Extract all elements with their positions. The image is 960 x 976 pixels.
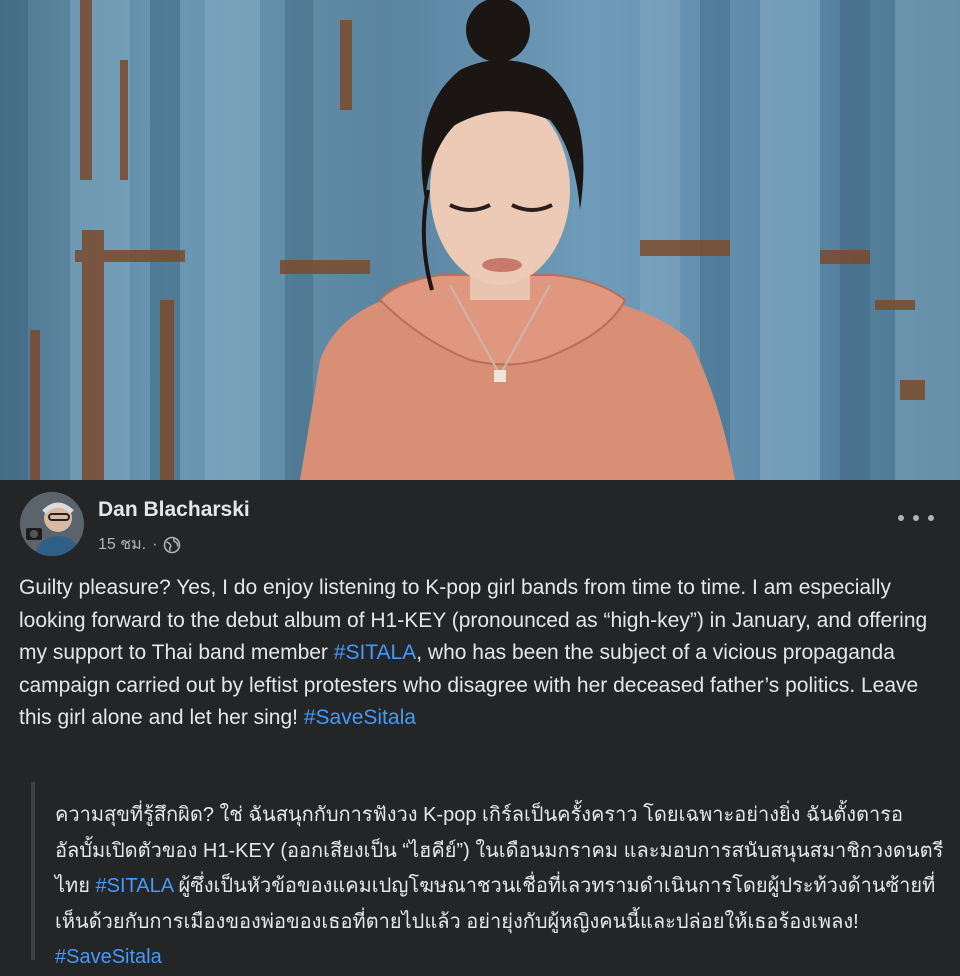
translation-quote: ความสุขที่รู้สึกผิด? ใช่ ฉันสนุกกับการฟั… — [31, 782, 951, 968]
translation-text: ความสุขที่รู้สึกผิด? ใช่ ฉันสนุกกับการฟั… — [55, 798, 945, 976]
author-name[interactable]: Dan Blacharski — [98, 498, 250, 522]
avatar-illustration — [20, 492, 84, 556]
meta-separator: · — [152, 535, 158, 553]
globe-icon[interactable] — [163, 536, 181, 554]
avatar[interactable] — [20, 492, 84, 556]
post-timestamp[interactable]: 15 ชม. — [98, 532, 146, 557]
photo-illustration — [0, 0, 960, 480]
hashtag-link-savesitala-translation[interactable]: #SaveSitala — [55, 946, 162, 968]
hashtag-link-savesitala[interactable]: #SaveSitala — [304, 706, 416, 729]
hashtag-link-sitala[interactable]: #SITALA — [334, 641, 416, 664]
hashtag-link-sitala-translation[interactable]: #SITALA — [96, 875, 173, 897]
hair-bun — [466, 0, 530, 62]
more-options-button[interactable] — [898, 506, 934, 530]
post-photo[interactable] — [0, 0, 960, 480]
pendant — [494, 370, 506, 382]
post-body: Guilty pleasure? Yes, I do enjoy listeni… — [19, 572, 949, 735]
facebook-post: Dan Blacharski 15 ชม. · Guilty pleasure?… — [0, 480, 960, 968]
more-horizontal-icon — [898, 515, 904, 521]
post-meta: 15 ชม. · — [98, 532, 181, 557]
translation-segment: ผู้ซึ่งเป็นหัวข้อของแคมเปญโฆษณาชวนเชื่อท… — [55, 875, 936, 933]
